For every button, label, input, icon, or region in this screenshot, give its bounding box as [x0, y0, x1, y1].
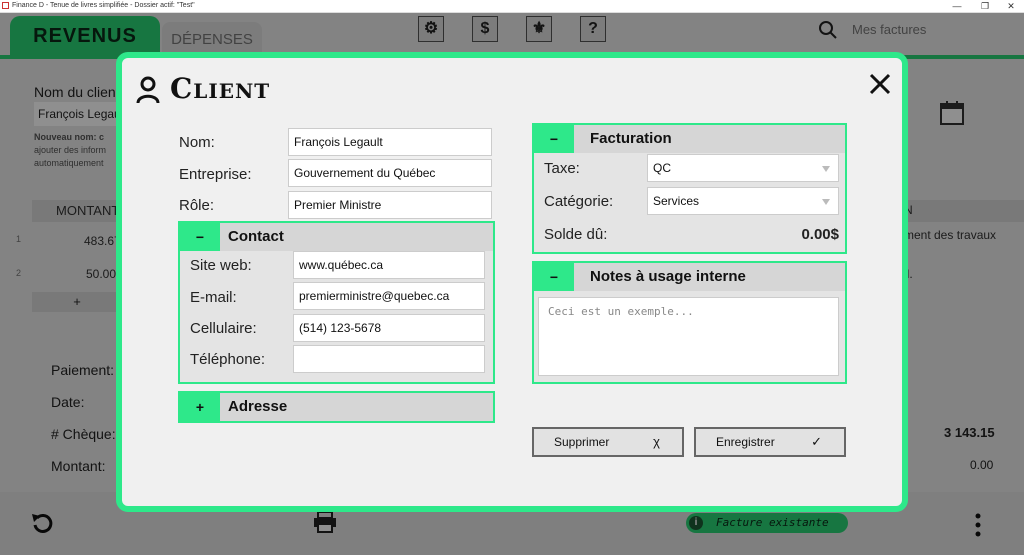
user-icon [136, 76, 160, 104]
delete-label: Supprimer [554, 435, 610, 449]
categorie-select[interactable]: Services [647, 187, 839, 215]
notes-header[interactable]: − Notes à usage interne [534, 263, 845, 291]
facturation-title: Facturation [590, 130, 672, 147]
contact-header[interactable]: − Contact [180, 223, 493, 251]
adresse-title: Adresse [228, 398, 288, 415]
site-web-label: Site web: [190, 257, 252, 274]
app-icon [2, 2, 9, 9]
telephone-label: Téléphone: [190, 351, 266, 368]
window-close-button[interactable]: ✕ [998, 0, 1024, 12]
telephone-input[interactable] [293, 345, 485, 373]
restore-button[interactable]: ❐ [972, 0, 998, 12]
adresse-expand-toggle[interactable]: + [180, 393, 220, 421]
window-title: Finance D - Tenue de livres simplifiée -… [12, 2, 195, 9]
nom-input[interactable]: François Legault [288, 128, 492, 156]
dialog-header: Client [136, 72, 536, 112]
contact-section: − Contact Site web: www.québec.ca E-mail… [178, 221, 495, 384]
chevron-down-icon [822, 166, 830, 172]
solde-value: 0.00$ [801, 226, 839, 243]
window-titlebar: Finance D - Tenue de livres simplifiée -… [0, 0, 1024, 13]
facturation-header[interactable]: − Facturation [534, 125, 845, 153]
cellulaire-input[interactable]: (514) 123-5678 [293, 314, 485, 342]
checkmark-icon: ✓ [811, 434, 822, 449]
adresse-section: + Adresse [178, 391, 495, 423]
email-label: E-mail: [190, 289, 237, 306]
categorie-label: Catégorie: [544, 193, 614, 210]
site-web-input[interactable]: www.québec.ca [293, 251, 485, 279]
taxe-label: Taxe: [544, 160, 580, 177]
delete-icon: χ [653, 434, 660, 449]
notes-section: − Notes à usage interne Ceci est un exem… [532, 261, 847, 384]
entreprise-input[interactable]: Gouvernement du Québec [288, 159, 492, 187]
notes-title: Notes à usage interne [590, 268, 746, 285]
role-input[interactable]: Premier Ministre [288, 191, 492, 219]
minimize-button[interactable]: — [944, 0, 970, 12]
client-dialog: Client Nom: François Legault Entreprise:… [116, 52, 908, 512]
solde-label: Solde dû: [544, 226, 608, 243]
taxe-select[interactable]: QC [647, 154, 839, 182]
nom-label: Nom: [179, 134, 215, 151]
notes-textarea[interactable]: Ceci est un exemple... [538, 297, 839, 376]
role-label: Rôle: [179, 197, 215, 214]
facturation-collapse-toggle[interactable]: − [534, 125, 574, 153]
chevron-down-icon [822, 199, 830, 205]
cellulaire-label: Cellulaire: [190, 320, 257, 337]
entreprise-label: Entreprise: [179, 166, 252, 183]
close-icon[interactable] [868, 72, 892, 96]
facturation-section: − Facturation Taxe: QC Catégorie: Servic… [532, 123, 847, 254]
contact-title: Contact [228, 228, 284, 245]
notes-collapse-toggle[interactable]: − [534, 263, 574, 291]
contact-collapse-toggle[interactable]: − [180, 223, 220, 251]
email-input[interactable]: premierministre@quebec.ca [293, 282, 485, 310]
save-label: Enregistrer [716, 435, 775, 449]
dialog-title: Client [170, 72, 271, 105]
delete-button[interactable]: Supprimer χ [532, 427, 684, 457]
save-button[interactable]: Enregistrer ✓ [694, 427, 846, 457]
adresse-header[interactable]: + Adresse [180, 393, 493, 421]
